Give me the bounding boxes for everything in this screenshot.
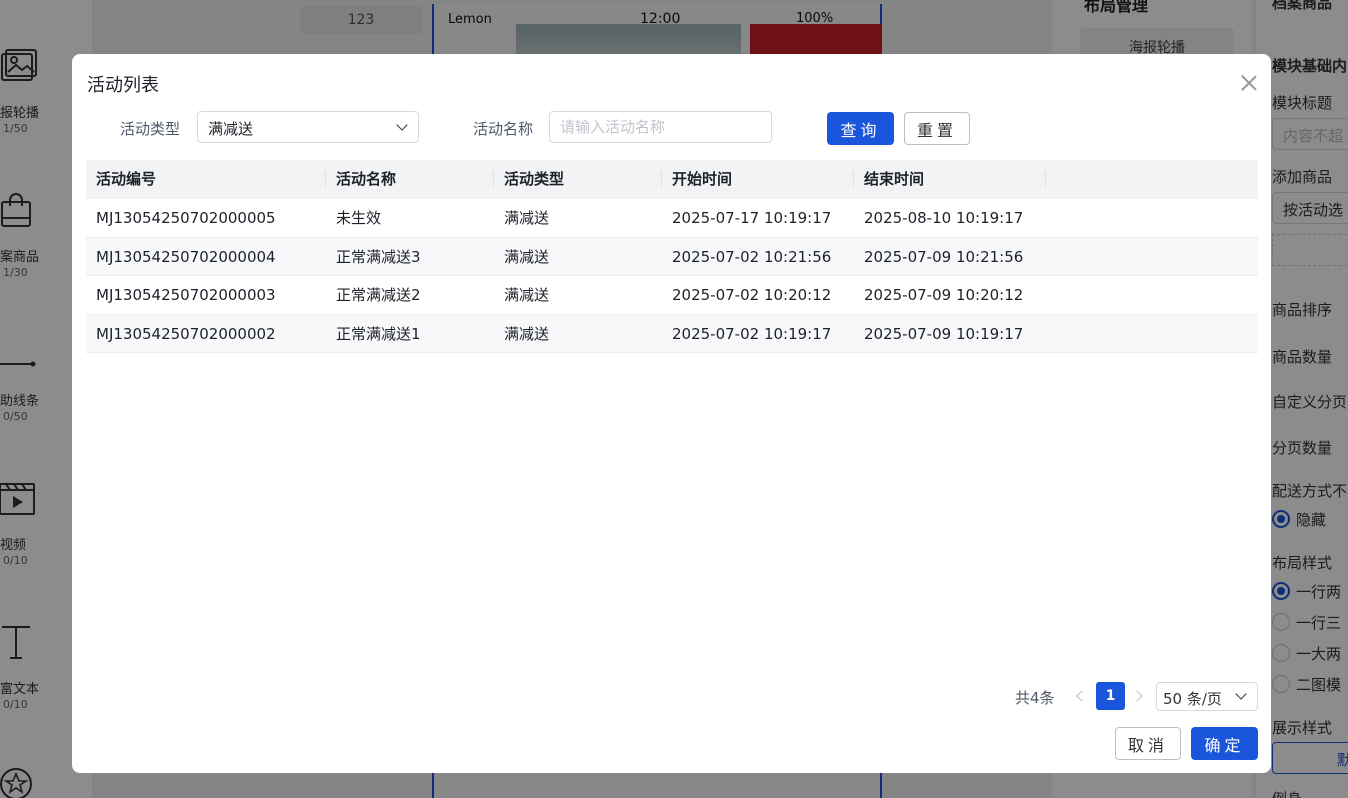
reset-button[interactable]: 重置: [904, 112, 970, 145]
cell-activity-name: 未生效: [336, 209, 382, 227]
column-header: 活动名称: [336, 170, 397, 188]
cell-start-time: 2025-07-17 10:19:17: [672, 209, 832, 227]
cell-activity-id: MJ13054250702000003: [96, 286, 276, 304]
activity-name-label: 活动名称: [473, 120, 534, 138]
cell-activity-type: 满减送: [504, 247, 550, 266]
cell-activity-id: MJ13054250702000004: [96, 247, 276, 266]
column-divider: [661, 171, 662, 187]
activity-type-label: 活动类型: [120, 120, 181, 138]
chevron-down-icon: [396, 119, 408, 131]
cell-activity-name: 正常满减送2: [336, 286, 421, 304]
cell-end-time: 2025-07-09 10:21:56: [864, 247, 1024, 266]
chevron-right-icon[interactable]: [1131, 690, 1143, 702]
page-size-select[interactable]: 50 条/页: [1156, 682, 1258, 711]
pagination-total: 共4条: [1015, 689, 1055, 707]
cell-start-time: 2025-07-02 10:20:12: [672, 286, 832, 304]
activity-list-dialog: 活动列表 活动类型 满减送 活动名称 查询 重置 活动编号 活动名称 活动类型 …: [72, 54, 1271, 773]
cancel-button[interactable]: 取消: [1115, 727, 1181, 760]
chevron-left-icon[interactable]: [1076, 690, 1088, 702]
close-icon[interactable]: [1238, 72, 1260, 94]
cell-activity-type: 满减送: [504, 209, 550, 227]
cell-start-time: 2025-07-02 10:19:17: [672, 324, 832, 343]
chevron-down-icon: [1235, 688, 1247, 700]
table-row[interactable]: MJ13054250702000003 正常满减送2 满减送 2025-07-0…: [86, 276, 1258, 315]
column-divider: [325, 171, 326, 187]
table-row[interactable]: MJ13054250702000004 正常满减送3 满减送 2025-07-0…: [86, 237, 1258, 276]
query-button[interactable]: 查询: [827, 112, 894, 145]
column-header: 开始时间: [672, 170, 733, 188]
activity-type-select[interactable]: 满减送: [197, 111, 419, 143]
table-row[interactable]: MJ13054250702000005 未生效 满减送 2025-07-17 1…: [86, 199, 1258, 238]
activity-type-value: 满减送: [208, 120, 254, 138]
table-header: 活动编号 活动名称 活动类型 开始时间 结束时间: [86, 160, 1258, 199]
cell-activity-type: 满减送: [504, 286, 550, 304]
confirm-button[interactable]: 确定: [1191, 727, 1258, 760]
column-divider: [1045, 171, 1046, 187]
pagination-page-1[interactable]: 1: [1096, 682, 1125, 710]
cell-activity-id: MJ13054250702000005: [96, 209, 276, 227]
cell-end-time: 2025-07-09 10:19:17: [864, 324, 1024, 343]
cell-activity-id: MJ13054250702000002: [96, 324, 276, 343]
cell-activity-name: 正常满减送3: [336, 247, 421, 266]
dialog-title: 活动列表: [87, 75, 159, 96]
cell-end-time: 2025-08-10 10:19:17: [864, 209, 1024, 227]
cell-end-time: 2025-07-09 10:20:12: [864, 286, 1024, 304]
page-size-value: 50 条/页: [1163, 690, 1222, 708]
column-header: 活动类型: [504, 170, 565, 188]
activity-name-input[interactable]: [549, 111, 772, 143]
column-header: 结束时间: [864, 170, 925, 188]
cell-activity-type: 满减送: [504, 324, 550, 343]
column-divider: [493, 171, 494, 187]
table-row[interactable]: MJ13054250702000002 正常满减送1 满减送 2025-07-0…: [86, 314, 1258, 353]
column-header: 活动编号: [96, 170, 157, 188]
activity-table: 活动编号 活动名称 活动类型 开始时间 结束时间 MJ1305425070200…: [86, 160, 1258, 353]
column-divider: [853, 171, 854, 187]
cell-start-time: 2025-07-02 10:21:56: [672, 247, 832, 266]
cell-activity-name: 正常满减送1: [336, 324, 421, 343]
